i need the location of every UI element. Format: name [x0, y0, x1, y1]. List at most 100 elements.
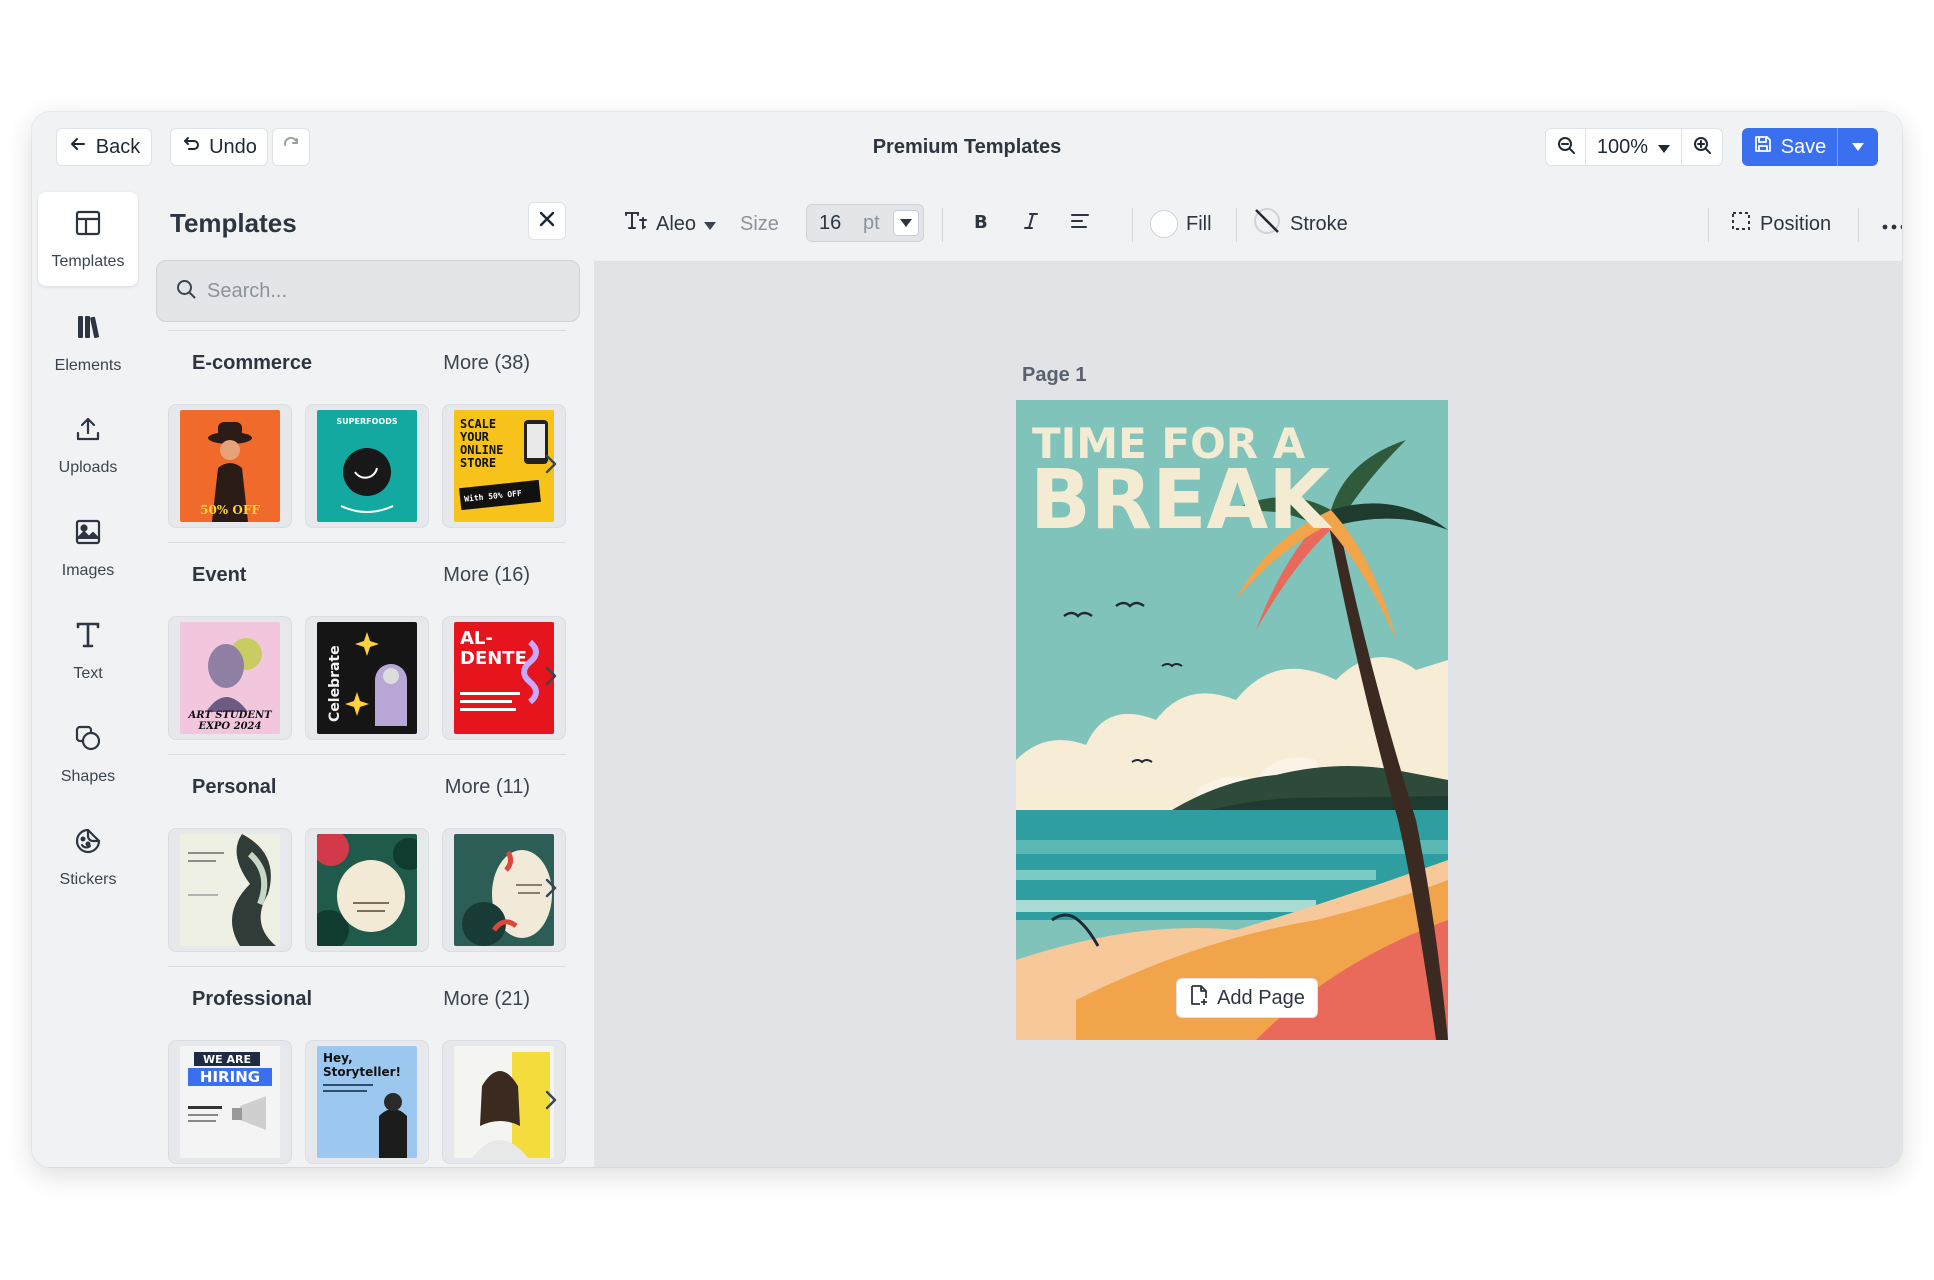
- more-link[interactable]: More (38): [443, 352, 530, 375]
- layout-icon: [73, 208, 103, 243]
- sidebar-item-elements[interactable]: Elements: [38, 296, 138, 390]
- template-preview: ART STUDENT EXPO 2024: [180, 622, 280, 734]
- sidebar-item-shapes[interactable]: Shapes: [38, 707, 138, 801]
- divider: [168, 754, 566, 755]
- fill-label: Fill: [1186, 212, 1212, 235]
- thumb-text: Storyteller!: [323, 1065, 401, 1079]
- divider: [1708, 208, 1709, 242]
- template-preview: [180, 834, 280, 946]
- italic-icon: [1022, 211, 1040, 237]
- redo-button[interactable]: [272, 128, 310, 166]
- back-button[interactable]: Back: [56, 128, 152, 166]
- font-size-dropdown[interactable]: [893, 210, 919, 236]
- position-label: Position: [1760, 212, 1832, 235]
- sticker-icon: [73, 826, 103, 861]
- sidebar-item-templates[interactable]: Templates: [38, 192, 138, 286]
- undo-icon: [181, 134, 201, 160]
- top-bar: Back Undo Premium Templates 100% Save: [32, 112, 1902, 186]
- position-icon: [1730, 210, 1752, 238]
- panel-title: Templates: [170, 208, 297, 238]
- thumb-text: Celebrate: [327, 645, 343, 722]
- fill-swatch: [1150, 210, 1178, 238]
- font-family-select[interactable]: Aleo: [624, 186, 717, 262]
- template-thumbnail[interactable]: SUPERFOODS: [305, 404, 429, 528]
- search-box: [156, 260, 580, 322]
- zoom-select[interactable]: 100%: [1586, 129, 1682, 165]
- editor-window: Back Undo Premium Templates 100% Save Te…: [32, 112, 1902, 1167]
- divider: [1858, 208, 1859, 242]
- add-page-button[interactable]: Add Page: [1176, 978, 1318, 1018]
- thumb-text: AL-: [460, 628, 493, 649]
- bold-button[interactable]: B: [972, 186, 990, 262]
- sidebar-item-label: Elements: [54, 356, 122, 374]
- sidebar-item-label: Stickers: [59, 870, 117, 888]
- carousel-next-button[interactable]: [536, 656, 566, 700]
- position-button[interactable]: Position: [1730, 186, 1831, 262]
- library-icon: [73, 312, 103, 347]
- template-carousel: ART STUDENT EXPO 2024 Celebrate AL- DENT…: [168, 616, 566, 740]
- add-page-label: Add Page: [1217, 986, 1305, 1009]
- zoom-control: 100%: [1545, 128, 1723, 166]
- more-link[interactable]: More (21): [443, 988, 530, 1011]
- divider: [1132, 208, 1133, 242]
- upload-icon: [73, 414, 103, 449]
- zoom-in-icon: [1692, 135, 1712, 160]
- stroke-label: Stroke: [1290, 212, 1348, 235]
- save-icon: [1753, 134, 1773, 160]
- svg-text:B: B: [974, 212, 988, 231]
- undo-button[interactable]: Undo: [170, 128, 268, 166]
- zoom-out-button[interactable]: [1546, 129, 1586, 165]
- align-button[interactable]: [1070, 186, 1090, 262]
- more-link[interactable]: More (11): [445, 776, 530, 799]
- section-title: Event: [192, 564, 247, 586]
- poster-title-line2: BREAK: [1030, 453, 1333, 548]
- stroke-none-icon: [1252, 206, 1282, 242]
- font-icon: [624, 210, 648, 238]
- stroke-button[interactable]: Stroke: [1252, 186, 1348, 262]
- thumb-text: ART STUDENT: [187, 710, 273, 721]
- template-thumbnail[interactable]: Celebrate: [305, 616, 429, 740]
- zoom-out-icon: [1556, 135, 1576, 160]
- close-panel-button[interactable]: [528, 202, 566, 240]
- carousel-next-button[interactable]: [536, 444, 566, 488]
- undo-label: Undo: [209, 135, 257, 158]
- bold-icon: B: [972, 211, 990, 237]
- carousel-next-button[interactable]: [536, 868, 566, 912]
- save-options-button[interactable]: [1838, 128, 1878, 166]
- more-options-button[interactable]: [1882, 186, 1902, 262]
- page-label: Page 1: [1022, 364, 1087, 386]
- template-preview: WE ARE HIRING: [180, 1046, 280, 1158]
- section-title: Professional: [192, 988, 313, 1010]
- divider: [1236, 208, 1237, 242]
- thumb-text: SUPERFOODS: [336, 417, 397, 426]
- carousel-next-button[interactable]: [536, 1080, 566, 1124]
- more-link[interactable]: More (16): [443, 564, 530, 587]
- thumb-text: DENTE: [460, 648, 527, 669]
- sidebar-item-uploads[interactable]: Uploads: [38, 398, 138, 492]
- sidebar-item-stickers[interactable]: Stickers: [38, 810, 138, 904]
- template-preview: Hey, Storyteller!: [317, 1046, 417, 1158]
- font-size-field[interactable]: 16 pt: [806, 204, 924, 242]
- italic-button[interactable]: [1022, 186, 1040, 262]
- fill-button[interactable]: Fill: [1150, 186, 1212, 262]
- caret-down-icon: [1658, 136, 1671, 159]
- zoom-in-button[interactable]: [1682, 129, 1722, 165]
- template-thumbnail[interactable]: Hey, Storyteller!: [305, 1040, 429, 1164]
- poster-page[interactable]: TIME FOR A BREAK: [1016, 400, 1448, 1040]
- template-thumbnail[interactable]: 50% OFF: [168, 404, 292, 528]
- thumb-text: Hey,: [323, 1051, 353, 1065]
- sidebar-item-text[interactable]: Text: [38, 604, 138, 698]
- chevron-right-icon: [544, 453, 558, 480]
- close-icon: [538, 210, 556, 233]
- template-thumbnail[interactable]: [305, 828, 429, 952]
- template-thumbnail[interactable]: [168, 828, 292, 952]
- chevron-right-icon: [544, 1089, 558, 1116]
- divider: [942, 208, 943, 242]
- template-thumbnail[interactable]: ART STUDENT EXPO 2024: [168, 616, 292, 740]
- thumb-text: SCALE: [460, 417, 496, 431]
- sidebar-item-label: Templates: [51, 252, 125, 270]
- save-button[interactable]: Save: [1742, 128, 1838, 166]
- search-input[interactable]: [207, 279, 547, 303]
- template-thumbnail[interactable]: WE ARE HIRING: [168, 1040, 292, 1164]
- sidebar-item-images[interactable]: Images: [38, 501, 138, 595]
